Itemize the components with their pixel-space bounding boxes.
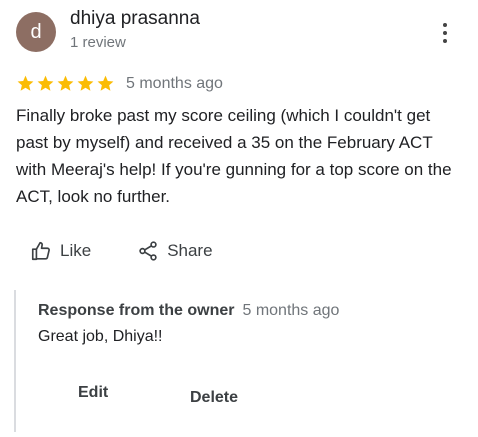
review-text: Finally broke past my score ceiling (whi…	[16, 106, 452, 206]
star-rating	[16, 74, 116, 93]
share-button[interactable]: Share	[137, 240, 213, 262]
owner-response-time: 5 months ago	[242, 302, 340, 319]
thumbs-up-icon	[31, 241, 50, 261]
review-time: 5 months ago	[126, 74, 223, 92]
owner-response-label: Response from the owner	[38, 302, 235, 319]
like-button[interactable]: Like	[30, 240, 91, 262]
rating-row: 5 months ago	[16, 74, 223, 93]
review-actions: Like Share	[30, 240, 213, 262]
owner-response-header: Response from the owner 5 months ago	[38, 302, 339, 320]
reviewer-review-count: 1 review	[70, 34, 126, 51]
delete-button[interactable]: Delete	[190, 389, 238, 407]
star-icon	[57, 75, 74, 91]
avatar[interactable]: d	[16, 12, 56, 52]
menu-dot	[443, 31, 447, 35]
more-options-icon[interactable]	[438, 22, 452, 44]
menu-dot	[443, 39, 447, 43]
star-icon	[37, 75, 54, 91]
like-label: Like	[60, 241, 92, 260]
star-icon	[97, 75, 114, 91]
reviewer-name[interactable]: dhiya prasanna	[70, 8, 200, 30]
edit-button[interactable]: Edit	[78, 384, 108, 402]
owner-response: Response from the owner 5 months ago Grea…	[14, 290, 476, 432]
star-icon	[77, 75, 94, 91]
star-icon	[17, 75, 34, 91]
share-icon	[139, 241, 157, 261]
menu-dot	[443, 23, 447, 27]
owner-response-text: Great job, Dhiya!!	[38, 328, 163, 345]
share-label: Share	[167, 241, 213, 260]
